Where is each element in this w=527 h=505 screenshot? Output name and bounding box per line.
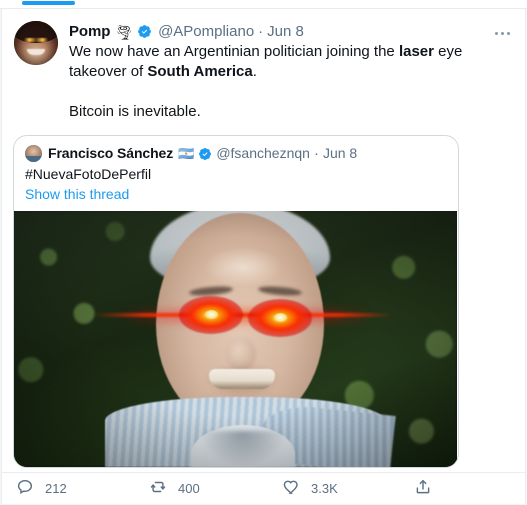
quoted-author-avatar[interactable]: [25, 145, 42, 162]
verified-badge-icon: [137, 24, 152, 39]
retweet-button[interactable]: 400: [149, 478, 282, 499]
reply-icon: [16, 478, 34, 499]
more-options-button[interactable]: [489, 23, 515, 43]
tweet-text-paragraph-2: Bitcoin is inevitable.: [69, 103, 201, 120]
reply-count: 212: [45, 481, 67, 496]
avatar-vignette: [14, 21, 58, 65]
quoted-avatar-shirt: [25, 156, 42, 162]
author-display-name[interactable]: Pomp: [69, 22, 110, 41]
twitter-tweet-page: Pomp 🌪 @APompliano · Jun 8 We now have a…: [0, 0, 527, 505]
tweet-action-bar: 212 400 3.3K: [2, 472, 525, 504]
retweet-count: 400: [178, 481, 200, 496]
show-this-thread-link[interactable]: Show this thread: [14, 183, 458, 211]
argentina-flag-icon: 🇦🇷: [178, 146, 195, 161]
like-button[interactable]: 3.3K: [282, 478, 414, 499]
quoted-tweet-card[interactable]: Francisco Sánchez 🇦🇷 @fsancheznqn · Jun …: [13, 135, 459, 468]
header-separator: ·: [258, 23, 264, 40]
reply-button[interactable]: 212: [16, 478, 149, 499]
tweet-text-bold-laser: laser: [398, 43, 434, 60]
tweet-text-bold-south-america: South America: [147, 63, 253, 80]
quoted-header-separator: ·: [313, 145, 319, 162]
tweet-card[interactable]: Pomp 🌪 @APompliano · Jun 8 We now have a…: [1, 9, 526, 504]
like-count: 3.3K: [311, 481, 338, 496]
tornado-icon: 🌪: [115, 23, 134, 40]
tweet-header: Pomp 🌪 @APompliano · Jun 8 We now have a…: [14, 21, 513, 122]
tweet-date[interactable]: Jun 8: [267, 22, 304, 41]
avatar[interactable]: [14, 21, 58, 65]
quoted-author-handle: @fsancheznqn: [216, 145, 310, 161]
quoted-tweet-photo[interactable]: [14, 211, 457, 467]
share-button[interactable]: [414, 478, 474, 499]
active-tab-indicator: [22, 1, 75, 5]
retweet-icon: [149, 478, 167, 499]
more-dot: [494, 31, 498, 35]
more-dot: [506, 31, 510, 35]
quoted-tweet-text: #NuevaFotoDePerfil: [25, 166, 152, 182]
tweet-text-segment-1: We now have an Argentinian politician jo…: [69, 43, 399, 60]
author-line: Pomp 🌪 @APompliano · Jun 8: [69, 22, 513, 41]
quoted-tweet-header: Francisco Sánchez 🇦🇷 @fsancheznqn · Jun …: [14, 136, 458, 162]
more-dot: [500, 31, 504, 35]
quoted-verified-badge-icon: [198, 147, 212, 161]
tweet-text: We now have an Argentinian politician jo…: [69, 42, 513, 122]
tweet-text-segment-3: .: [252, 63, 257, 80]
quoted-author-display-name[interactable]: Francisco Sánchez: [48, 145, 173, 162]
author-handle[interactable]: @APompliano: [158, 22, 254, 41]
share-icon: [414, 478, 432, 499]
photo-grain: [14, 211, 457, 467]
heart-icon: [282, 478, 300, 499]
tab-bar: [0, 0, 527, 9]
quoted-tweet-date: Jun 8: [322, 145, 358, 161]
